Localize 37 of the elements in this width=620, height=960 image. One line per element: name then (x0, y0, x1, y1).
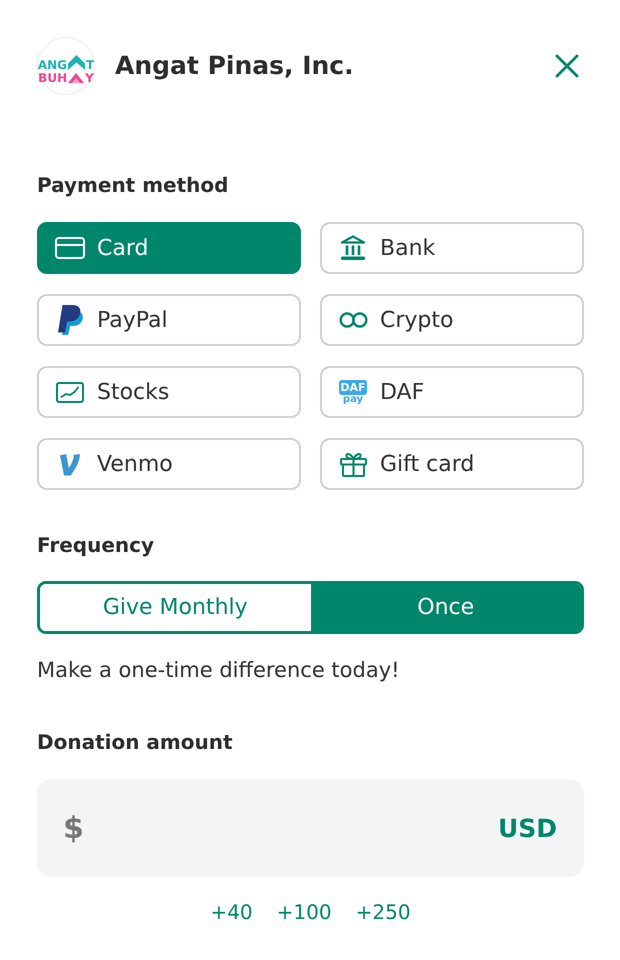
logo-caption: pay (342, 394, 364, 404)
section-heading: Frequency (37, 533, 156, 557)
preset-amount-button[interactable]: +250 (356, 899, 411, 925)
chevron-icon (68, 55, 85, 70)
preset-amount-button[interactable]: +40 (210, 899, 253, 925)
logo-tag: DAF (339, 380, 367, 394)
frequency-option[interactable]: Once (310, 584, 581, 631)
logo-text: T (86, 60, 94, 70)
preset-amount-button[interactable]: +100 (276, 899, 332, 925)
currency-code: USD (498, 814, 557, 842)
close-icon (555, 54, 579, 78)
organization-title: Angat Pinas, Inc. (115, 51, 354, 81)
payment-method-option[interactable]: Bank (320, 222, 584, 274)
frequency-note: Make a one-time difference today! (37, 657, 401, 683)
payment-method-option[interactable]: Gift card (320, 438, 584, 490)
bank-icon (340, 235, 366, 261)
payment-method-option[interactable]: DAF pay DAF (320, 366, 584, 418)
gift-icon (340, 451, 366, 477)
section-heading: Donation amount (37, 730, 234, 754)
chevron-icon (68, 73, 84, 83)
credit-card-icon (55, 237, 85, 259)
linked-circles-icon (338, 312, 368, 328)
amount-field[interactable]: $ USD (37, 779, 584, 877)
payment-method-option[interactable]: Stocks (37, 366, 301, 418)
line-chart-icon (56, 382, 84, 402)
payment-method-option[interactable]: Crypto (320, 294, 584, 346)
logo-text: BUH (38, 73, 68, 83)
close-button[interactable] (555, 54, 579, 78)
payment-method-option[interactable]: Venmo (37, 438, 301, 490)
payment-method-option[interactable]: Card (37, 222, 301, 274)
currency-symbol: $ (63, 810, 84, 846)
payment-method-option[interactable]: PayPal (37, 294, 301, 346)
v-logo-icon (59, 452, 81, 476)
section-heading: Payment method (37, 173, 230, 197)
logo-text: ANG (38, 60, 67, 70)
logo-text: Y (85, 73, 94, 83)
p-logo-icon (56, 305, 84, 335)
